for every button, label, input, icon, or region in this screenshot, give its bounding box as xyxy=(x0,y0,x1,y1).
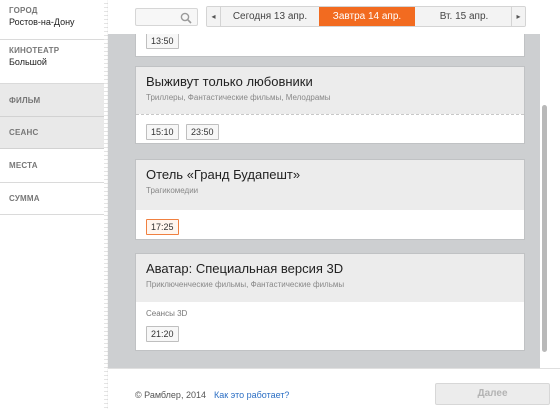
film-genres: Трагикомедии xyxy=(146,186,199,195)
film-card-header: Отель «Гранд Будапешт» Трагикомедии xyxy=(136,160,524,210)
sidebar-item-film[interactable]: ФИЛЬМ xyxy=(0,84,104,117)
film-list: 13:50 Выживут только любовники Триллеры,… xyxy=(108,34,540,368)
film-genres: Триллеры, Фантастические фильмы, Мелодра… xyxy=(146,93,331,102)
showtime-button[interactable]: 15:10 xyxy=(146,124,179,140)
sidebar-item-label: МЕСТА xyxy=(9,161,38,170)
showtime-button[interactable]: 21:20 xyxy=(146,326,179,342)
film-card: 13:50 xyxy=(135,34,525,57)
date-tab-tuesday[interactable]: Вт. 15 апр. xyxy=(416,7,512,26)
showtimes: Сеансы 3D 21:20 xyxy=(136,302,524,342)
film-title[interactable]: Отель «Гранд Будапешт» xyxy=(146,167,524,182)
chevron-left-icon[interactable]: ◂ xyxy=(207,7,221,26)
film-card: Отель «Гранд Будапешт» Трагикомедии 17:2… xyxy=(135,159,525,240)
date-tab-tomorrow[interactable]: Завтра 14 апр. xyxy=(319,7,415,26)
chevron-right-icon[interactable]: ▸ xyxy=(511,7,525,26)
top-bar: ◂ Сегодня 13 апр. Завтра 14 апр. Вт. 15 … xyxy=(108,0,560,34)
copyright: © Рамблер, 2014 xyxy=(135,390,206,400)
showtime-button[interactable]: 13:50 xyxy=(146,34,179,49)
film-card-header: Аватар: Специальная версия 3D Приключенч… xyxy=(136,254,524,302)
scrollbar-thumb[interactable] xyxy=(542,105,547,352)
sidebar-item-places[interactable]: МЕСТА xyxy=(0,149,104,183)
sidebar: ГОРОД Ростов-на-Дону КИНОТЕАТР Большой Ф… xyxy=(0,0,108,409)
date-selector: ◂ Сегодня 13 апр. Завтра 14 апр. Вт. 15 … xyxy=(206,6,526,27)
film-card: Аватар: Специальная версия 3D Приключенч… xyxy=(135,253,525,351)
search-box[interactable] xyxy=(135,8,198,26)
showtimes: 15:10 23:50 xyxy=(136,115,524,140)
showtime-button[interactable]: 23:50 xyxy=(185,124,219,140)
sidebar-item-seance[interactable]: СЕАНС xyxy=(0,117,104,149)
search-input[interactable] xyxy=(139,10,179,24)
film-title[interactable]: Аватар: Специальная версия 3D xyxy=(146,261,524,276)
showtime-button-selected[interactable]: 17:25 xyxy=(146,219,179,235)
sidebar-item-cinema[interactable]: КИНОТЕАТР Большой xyxy=(0,40,104,84)
footer: © Рамблер, 2014 Как это работает? Далее xyxy=(108,368,560,409)
date-tab-today[interactable]: Сегодня 13 апр. xyxy=(222,7,318,26)
showtimes-format-label: Сеансы 3D xyxy=(146,309,188,318)
film-title[interactable]: Выживут только любовники xyxy=(146,74,524,89)
search-icon[interactable] xyxy=(180,12,192,24)
sidebar-item-label: КИНОТЕАТР xyxy=(9,46,60,55)
showtimes: 13:50 xyxy=(136,34,524,49)
sidebar-item-value: Большой xyxy=(9,57,47,67)
sidebar-item-value: Ростов-на-Дону xyxy=(9,17,75,27)
sidebar-item-label: СУММА xyxy=(9,194,40,203)
showtimes: 17:25 xyxy=(136,210,524,235)
film-genres: Приключенческие фильмы, Фантастические ф… xyxy=(146,280,345,289)
sidebar-item-label: ФИЛЬМ xyxy=(9,96,41,105)
how-it-works-link[interactable]: Как это работает? xyxy=(214,390,289,400)
film-card-header: Выживут только любовники Триллеры, Фанта… xyxy=(136,67,524,114)
sidebar-item-label: СЕАНС xyxy=(9,128,39,137)
sidebar-item-sum[interactable]: СУММА xyxy=(0,183,104,215)
sidebar-item-city[interactable]: ГОРОД Ростов-на-Дону xyxy=(0,0,104,40)
sidebar-item-label: ГОРОД xyxy=(9,6,38,15)
next-button[interactable]: Далее xyxy=(435,383,550,405)
film-card: Выживут только любовники Триллеры, Фанта… xyxy=(135,66,525,144)
